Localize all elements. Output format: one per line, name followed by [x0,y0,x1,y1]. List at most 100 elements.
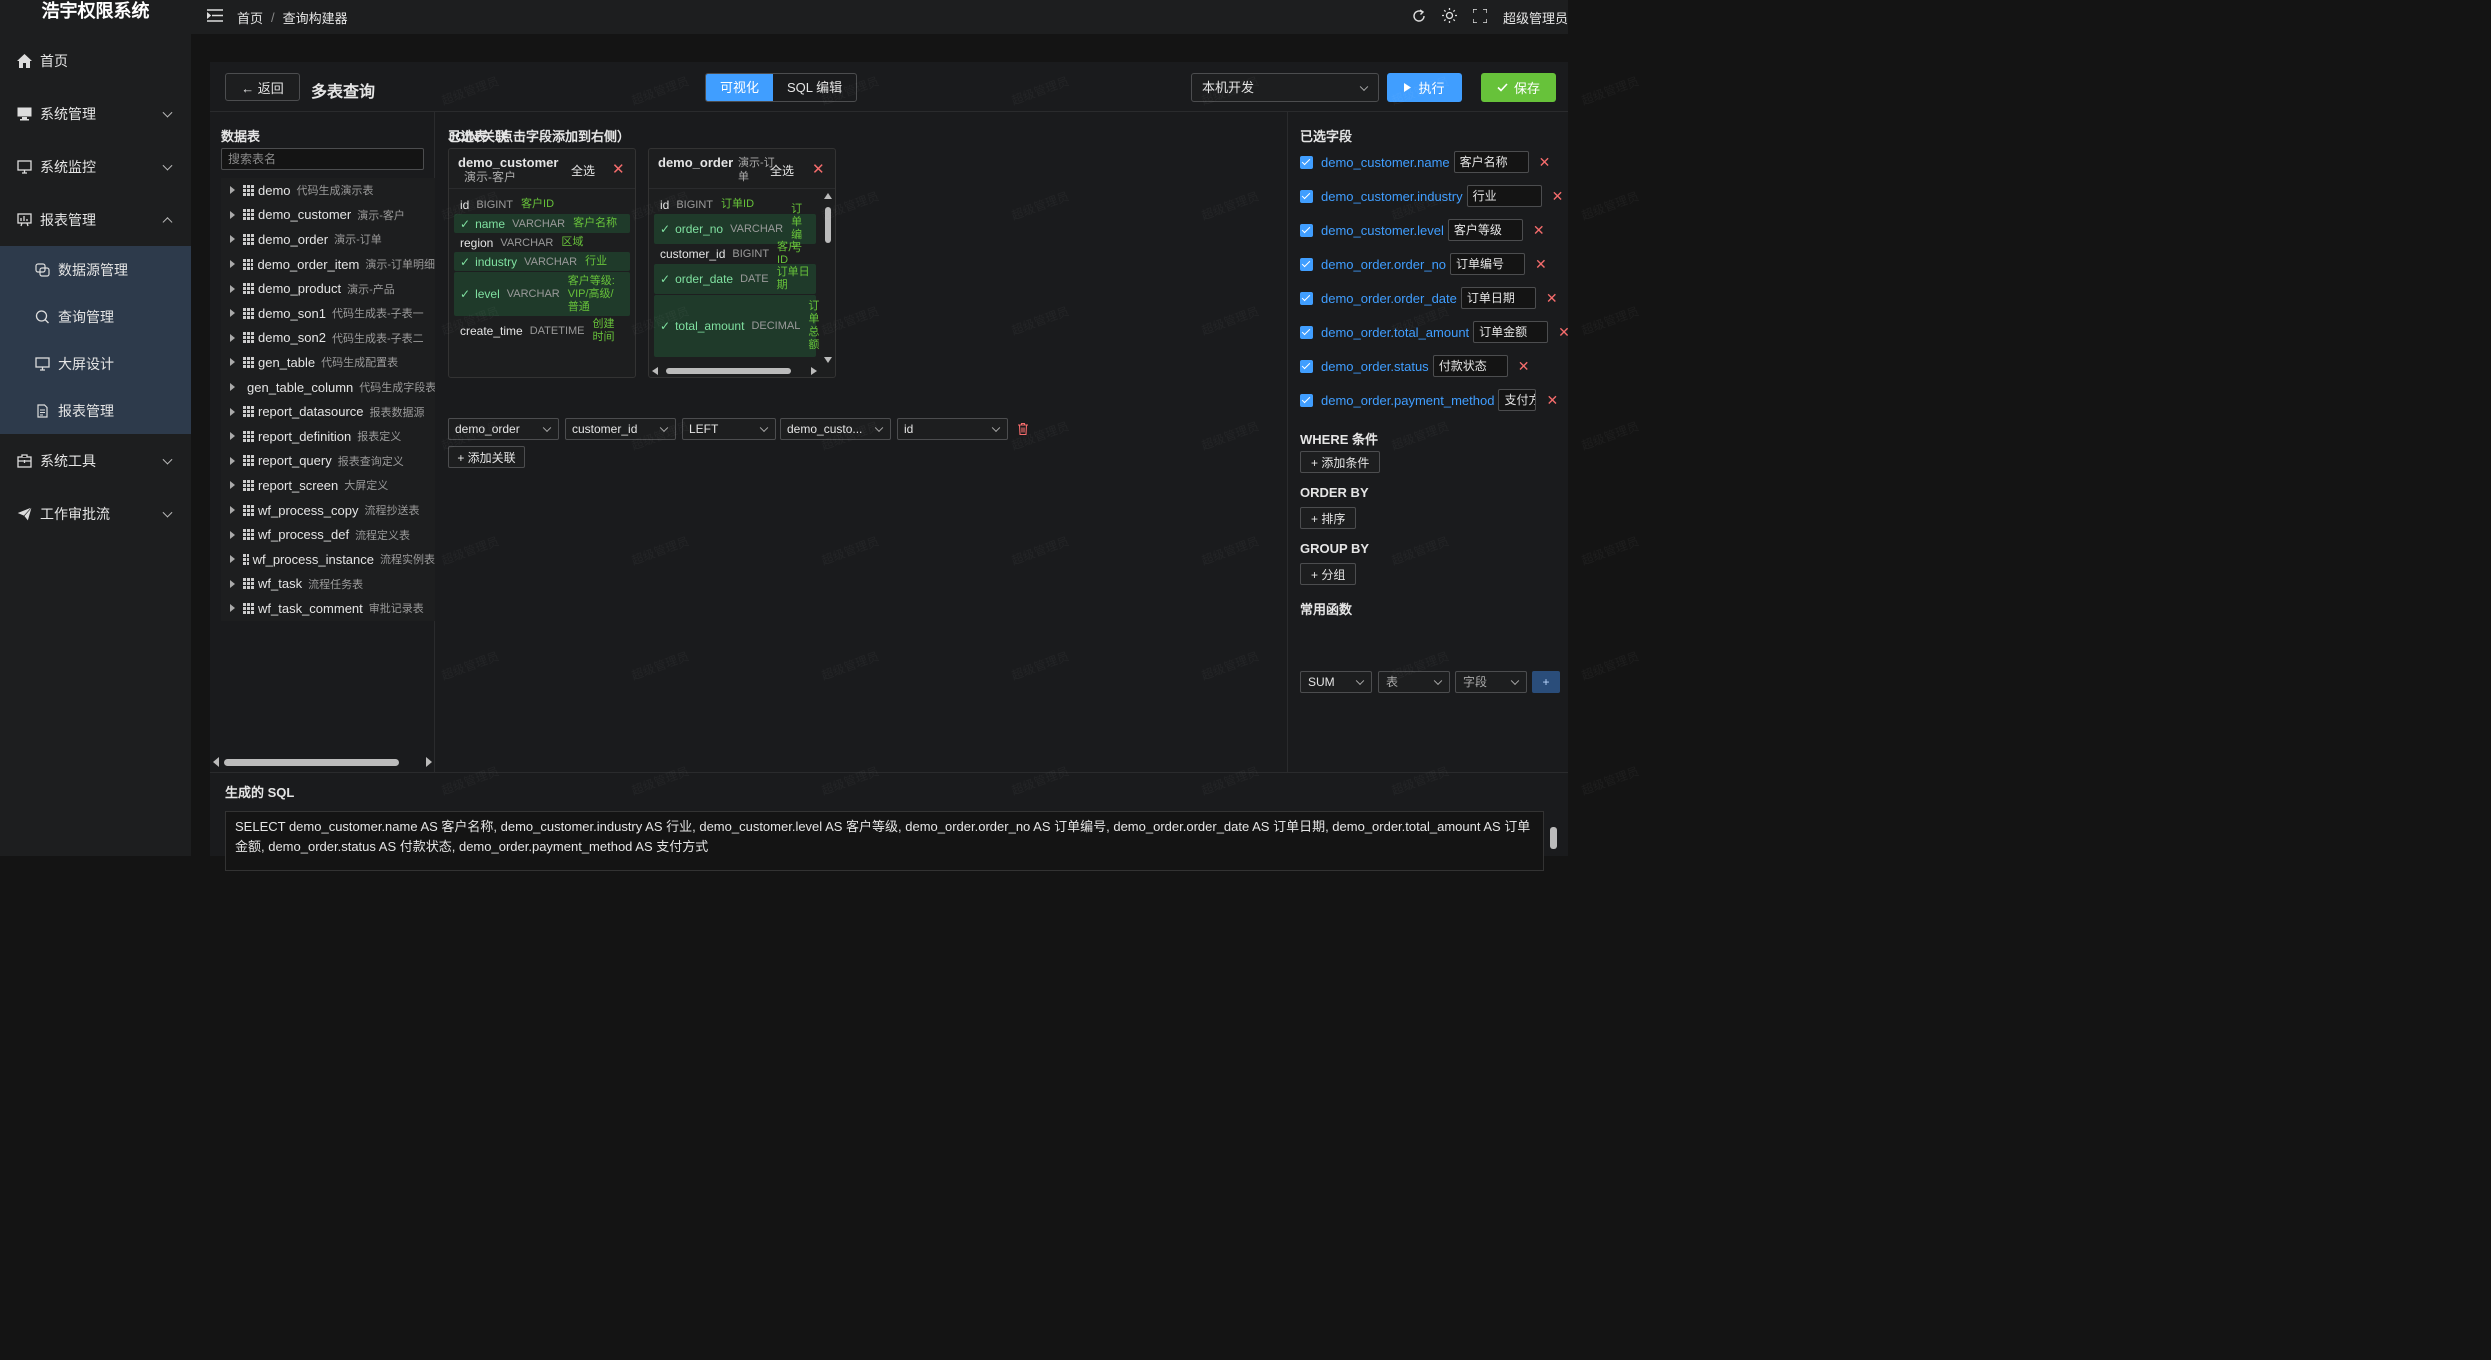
expand-arrow-icon[interactable] [230,481,235,490]
field-item-selected[interactable]: ✓ industry VARCHAR 行业 [454,252,630,271]
join-right-table-select[interactable]: demo_custo... [780,418,891,440]
environment-select[interactable]: 本机开发 [1191,73,1379,102]
expand-arrow-icon[interactable] [230,456,235,465]
field-alias-input[interactable]: 支付方式 [1498,389,1537,411]
field-checkbox[interactable] [1300,359,1313,373]
mode-sql-tab[interactable]: SQL 编辑 [773,74,856,101]
sidebar-item-home[interactable]: 首页 [0,34,191,87]
expand-arrow-icon[interactable] [230,235,235,244]
remove-table-icon[interactable]: ✕ [812,160,825,178]
field-alias-input[interactable]: 付款状态 [1432,355,1508,377]
field-list-hscrollbar[interactable] [649,365,835,377]
scrollbar-thumb[interactable] [224,758,399,766]
scroll-left-icon[interactable] [213,757,219,767]
field-alias-input[interactable]: 订单金额 [1473,321,1549,343]
remove-field-icon[interactable]: ✕ [1518,358,1530,375]
theme-sun-icon[interactable] [1441,8,1457,26]
join-type-select[interactable]: LEFT [682,418,776,440]
table-list-item[interactable]: report_datasource 报表数据源 [221,399,435,424]
field-item[interactable]: id BIGINT 客户ID [454,195,630,214]
scroll-left-icon[interactable] [652,367,658,375]
remove-field-icon[interactable]: ✕ [1546,392,1558,409]
table-list-item[interactable]: wf_task_comment 审批记录表 [221,596,435,621]
expand-arrow-icon[interactable] [230,309,235,318]
field-checkbox[interactable] [1300,325,1313,339]
field-item-selected[interactable]: ✓ order_no VARCHAR 订单编号 [654,203,816,254]
expand-arrow-icon[interactable] [230,530,235,539]
remove-field-icon[interactable]: ✕ [1535,256,1547,273]
sidebar-item-query[interactable]: 查询管理 [0,293,191,340]
table-list-item[interactable]: demo_order 演示-订单 [221,227,435,252]
field-alias-input[interactable]: 行业 [1466,185,1542,207]
scrollbar-thumb[interactable] [666,368,791,374]
table-list-item[interactable]: demo_son1 代码生成表-子表一 [221,301,435,326]
field-checkbox[interactable] [1300,223,1313,237]
table-list-item[interactable]: wf_process_copy 流程抄送表 [221,498,435,523]
table-search-input[interactable]: 搜索表名 [221,148,424,170]
table-list-item[interactable]: report_query 报表查询定义 [221,449,435,474]
table-list-item[interactable]: wf_task 流程任务表 [221,572,435,597]
table-list-scrollbar[interactable] [210,755,435,769]
scroll-right-icon[interactable] [426,757,432,767]
field-list-scrollbar[interactable] [821,189,835,367]
sidebar-item-report-manage[interactable]: 报表管理 [0,387,191,434]
add-join-button[interactable]: + 添加关联 [448,446,525,468]
join-left-table-select[interactable]: demo_order [448,418,559,440]
field-checkbox[interactable] [1300,257,1313,271]
table-list-item[interactable]: demo_son2 代码生成表-子表二 [221,326,435,351]
add-group-button[interactable]: + 分组 [1300,563,1357,585]
refresh-icon[interactable] [1412,8,1426,26]
sidebar-item-monitor[interactable]: 系统监控 [0,140,191,193]
select-all-button[interactable]: 全选 [770,162,794,179]
function-field-select[interactable]: 字段 [1455,671,1527,693]
join-right-field-select[interactable]: id [897,418,1008,440]
function-select[interactable]: SUM [1300,671,1372,693]
add-function-button[interactable]: + [1532,671,1560,693]
table-list-item[interactable]: demo_customer 演示-客户 [221,203,435,228]
trash-icon[interactable] [1018,423,1028,435]
expand-arrow-icon[interactable] [230,284,235,293]
field-item-selected[interactable]: ✓ total_amount DECIMAL 订单总额 [654,295,819,357]
expand-arrow-icon[interactable] [230,555,235,564]
remove-field-icon[interactable]: ✕ [1533,222,1545,239]
field-alias-input[interactable]: 客户名称 [1453,151,1529,173]
expand-arrow-icon[interactable] [230,210,235,219]
run-button[interactable]: 执行 [1387,73,1462,102]
expand-arrow-icon[interactable] [230,604,235,613]
expand-arrow-icon[interactable] [230,432,235,441]
table-list-item[interactable]: report_definition 报表定义 [221,424,435,449]
save-button[interactable]: 保存 [1481,73,1556,102]
join-left-field-select[interactable]: customer_id [565,418,676,440]
table-list-item[interactable]: demo 代码生成演示表 [221,178,435,203]
menu-toggle-icon[interactable] [206,9,223,25]
expand-arrow-icon[interactable] [230,186,235,195]
remove-field-icon[interactable]: ✕ [1552,188,1564,205]
remove-field-icon[interactable]: ✕ [1546,290,1558,307]
fullscreen-icon[interactable] [1472,7,1488,26]
field-item[interactable]: region VARCHAR 区域 [454,233,630,252]
sidebar-item-system[interactable]: 系统管理 [0,87,191,140]
table-list-item[interactable]: gen_table 代码生成配置表 [221,350,435,375]
expand-arrow-icon[interactable] [230,383,235,392]
sidebar-item-tools[interactable]: 系统工具 [0,434,191,487]
table-list-item[interactable]: demo_product 演示-产品 [221,276,435,301]
field-checkbox[interactable] [1300,155,1313,169]
expand-arrow-icon[interactable] [230,333,235,342]
sidebar-item-datasource[interactable]: 数据源管理 [0,246,191,293]
sql-scrollbar[interactable] [1548,813,1558,863]
table-list-item[interactable]: wf_process_def 流程定义表 [221,522,435,547]
sidebar-item-workflow[interactable]: 工作审批流 [0,487,191,540]
field-alias-input[interactable]: 订单日期 [1460,287,1536,309]
expand-arrow-icon[interactable] [230,260,235,269]
table-list-item[interactable]: demo_order_item 演示-订单明细 [221,252,435,277]
expand-arrow-icon[interactable] [230,506,235,515]
scrollbar-thumb[interactable] [1550,827,1557,849]
field-checkbox[interactable] [1300,393,1313,407]
mode-visual-tab[interactable]: 可视化 [706,74,774,101]
expand-arrow-icon[interactable] [230,579,235,588]
field-alias-input[interactable]: 客户等级 [1447,219,1523,241]
back-button[interactable]: ← 返回 [225,73,300,101]
breadcrumb-home[interactable]: 首页 [237,8,263,27]
remove-field-icon[interactable]: ✕ [1539,154,1551,171]
expand-arrow-icon[interactable] [230,358,235,367]
